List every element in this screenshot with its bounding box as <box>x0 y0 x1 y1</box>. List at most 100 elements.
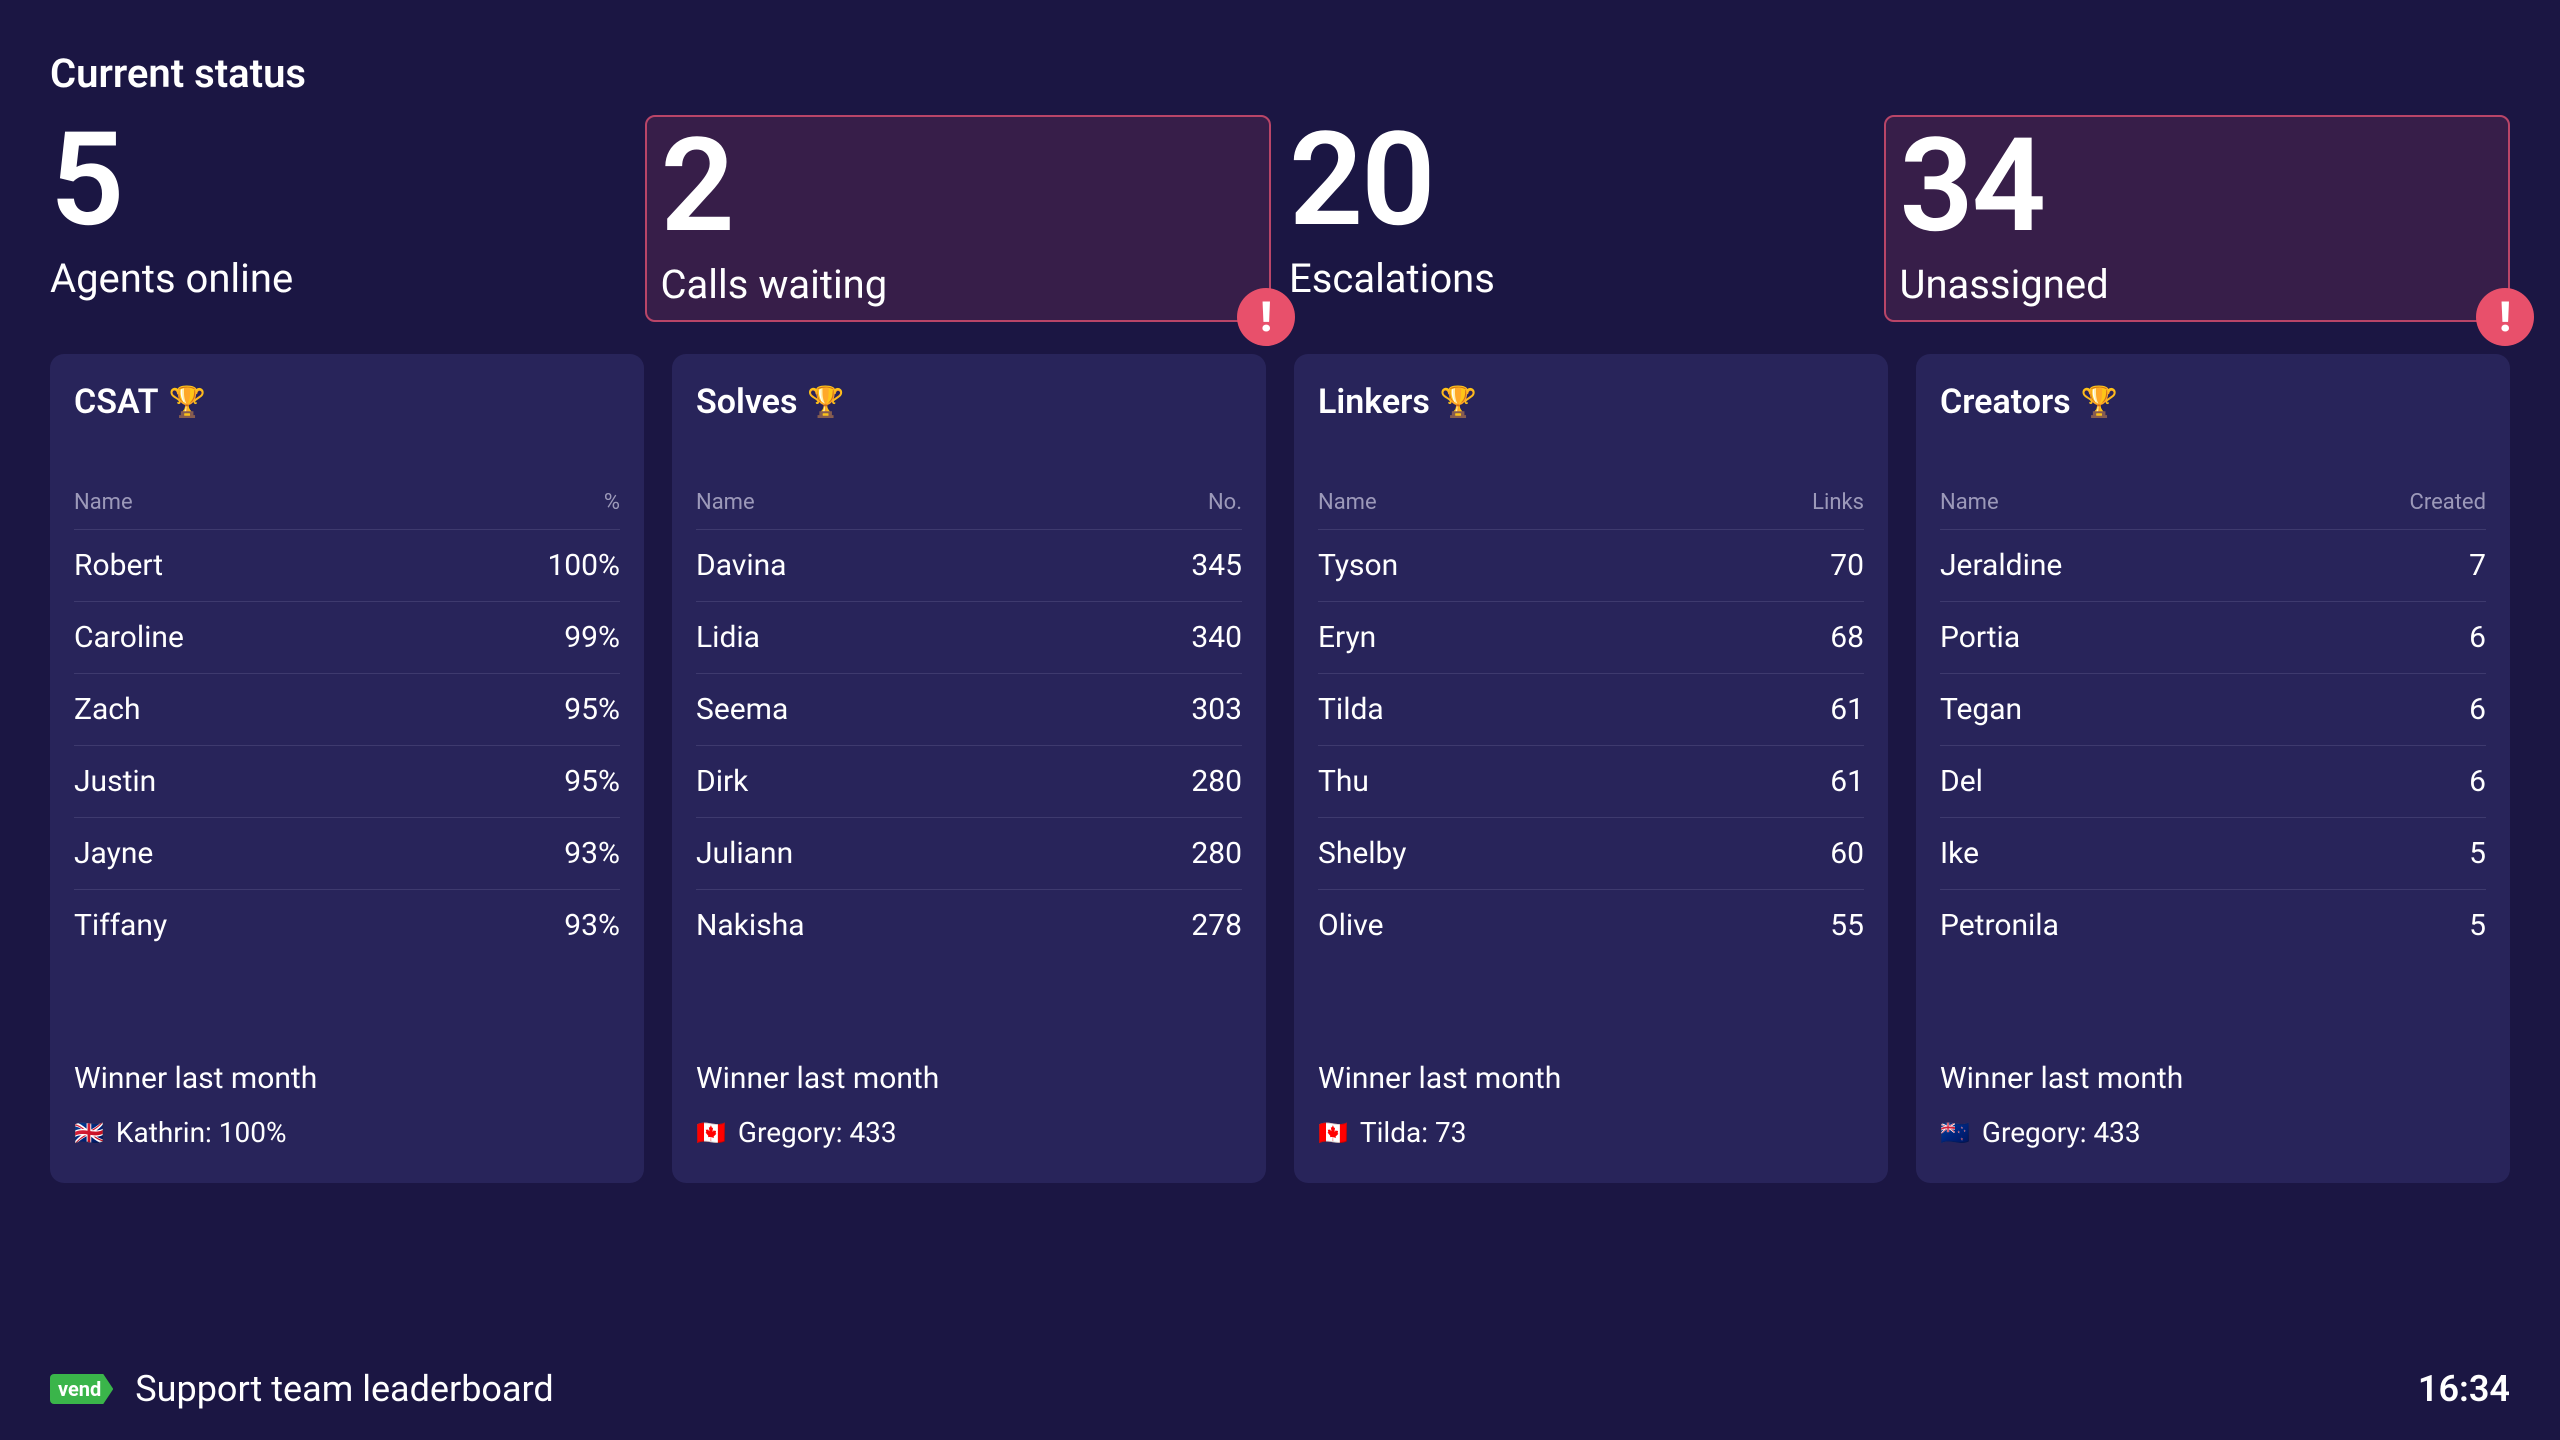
footer-time: 16:34 <box>2418 1368 2510 1410</box>
card-title: CSAT🏆 <box>74 382 620 422</box>
card-solves: Solves🏆NameNo.Davina345Lidia340Seema303D… <box>672 354 1266 1183</box>
table-row: Caroline99% <box>74 602 620 674</box>
table-header: NameLinks <box>1318 490 1864 530</box>
row-value: 5 <box>2469 836 2486 871</box>
row-value: 61 <box>1830 764 1864 799</box>
row-name: Tegan <box>1940 692 2022 727</box>
current-status-header: Current status <box>50 50 2510 97</box>
status-cell-calls-waiting: 2Calls waiting! <box>645 115 1272 322</box>
table-row: Del 6 <box>1940 746 2486 818</box>
winner-section: Winner last month🇳🇿Gregory: 433 <box>1940 961 2486 1149</box>
flag-icon: 🇬🇧 <box>74 1119 104 1147</box>
row-value: 6 <box>2469 764 2486 799</box>
card-title: Linkers🏆 <box>1318 382 1864 422</box>
winner-section: Winner last month🇨🇦Gregory: 433 <box>696 961 1242 1149</box>
footer: vend Support team leaderboard 16:34 <box>50 1368 2510 1410</box>
leaderboard-table: NameCreatedJeraldine7Portia6Tegan6Del6Ik… <box>1940 490 2486 961</box>
winner-section: Winner last month 🇨🇦 Tilda: 73 <box>1318 961 1864 1149</box>
card-title: Creators 🏆 <box>1940 382 2486 422</box>
row-value: 100% <box>547 548 620 583</box>
flag-icon: 🇳🇿 <box>1940 1119 1970 1147</box>
row-name: Davina <box>696 548 787 583</box>
footer-left: vend Support team leaderboard <box>50 1368 554 1410</box>
status-cell-escalations: 20 Escalations <box>1289 115 1884 322</box>
row-name: Juliann <box>696 836 793 871</box>
row-name: Lidia <box>696 620 760 655</box>
row-value: 61 <box>1830 692 1864 727</box>
status-label: Escalations <box>1289 255 1884 302</box>
winner-text: Gregory: 433 <box>1982 1116 2141 1149</box>
card-creators: Creators🏆NameCreatedJeraldine7Portia6Teg… <box>1916 354 2510 1183</box>
table-row: Robert100% <box>74 530 620 602</box>
row-name: Olive <box>1318 908 1383 943</box>
table-row: Shelby60 <box>1318 818 1864 890</box>
card-title-text: Linkers <box>1318 382 1430 422</box>
trophy-icon: 🏆 <box>807 385 844 420</box>
row-name: Portia <box>1940 620 2020 655</box>
row-name: Seema <box>696 692 788 727</box>
flag-icon: 🇨🇦 <box>1318 1119 1348 1147</box>
row-name: Justin <box>74 764 156 799</box>
row-value: 6 <box>2469 620 2486 655</box>
table-row: Thu 61 <box>1318 746 1864 818</box>
row-value: 68 <box>1830 620 1864 655</box>
col-value: No. <box>1208 490 1242 515</box>
row-name: Nakisha <box>696 908 805 943</box>
col-name: Name <box>696 490 755 515</box>
row-value: 5 <box>2469 908 2486 943</box>
row-value: 55 <box>1830 908 1864 943</box>
status-value: 2 <box>661 121 1256 251</box>
table-header: Name% <box>74 490 620 530</box>
row-value: 93% <box>564 908 620 943</box>
cards-row: CSAT🏆Name%Robert100%Caroline99%Zach95%Ju… <box>50 354 2510 1183</box>
table-row: Tegan 6 <box>1940 674 2486 746</box>
row-value: 278 <box>1191 908 1242 943</box>
table-row: Davina 345 <box>696 530 1242 602</box>
winner-label: Winner last month <box>1318 1061 1864 1096</box>
status-cell-agents-online: 5Agents online <box>50 115 645 322</box>
row-name: Del <box>1940 764 1983 799</box>
row-name: Jayne <box>74 836 153 871</box>
leaderboard-table: NameNo.Davina345Lidia340Seema303Dirk280J… <box>696 490 1242 961</box>
col-name: Name <box>74 490 133 515</box>
table-row: Lidia 340 <box>696 602 1242 674</box>
table-row: Eryn 68 <box>1318 602 1864 674</box>
winner-name: 🇨🇦 Gregory: 433 <box>696 1116 1242 1149</box>
card-csat: CSAT🏆Name%Robert100%Caroline99%Zach95%Ju… <box>50 354 644 1183</box>
row-name: Shelby <box>1318 836 1406 871</box>
table-row: Ike 5 <box>1940 818 2486 890</box>
row-value: 345 <box>1191 548 1242 583</box>
row-name: Eryn <box>1318 620 1376 655</box>
trophy-icon: 🏆 <box>2081 385 2118 420</box>
row-value: 340 <box>1191 620 1242 655</box>
card-title-text: Solves <box>696 382 797 422</box>
table-row: Jeraldine7 <box>1940 530 2486 602</box>
winner-name: 🇨🇦 Tilda: 73 <box>1318 1116 1864 1149</box>
card-title: Solves 🏆 <box>696 382 1242 422</box>
row-name: Tilda <box>1318 692 1384 727</box>
table-row: Justin95% <box>74 746 620 818</box>
row-name: Petronila <box>1940 908 2059 943</box>
row-name: Caroline <box>74 620 184 655</box>
winner-label: Winner last month <box>74 1061 620 1096</box>
status-value: 20 <box>1289 115 1884 245</box>
winner-text: Gregory: 433 <box>738 1116 897 1149</box>
row-value: 95% <box>564 692 620 727</box>
winner-name: 🇬🇧Kathrin: 100% <box>74 1116 620 1149</box>
flag-icon: 🇨🇦 <box>696 1119 726 1147</box>
row-value: 93% <box>564 836 620 871</box>
status-label: Unassigned <box>1900 261 2495 308</box>
row-name: Thu <box>1318 764 1369 799</box>
table-header: Name No. <box>696 490 1242 530</box>
winner-section: Winner last month 🇬🇧Kathrin: 100% <box>74 961 620 1149</box>
row-name: Tyson <box>1318 548 1398 583</box>
row-name: Ike <box>1940 836 1979 871</box>
row-name: Tiffany <box>74 908 167 943</box>
card-title-text: Creators <box>1940 382 2071 422</box>
table-row: Petronila 5 <box>1940 890 2486 961</box>
leaderboard-table: NameLinksTyson70Eryn68Tilda61Thu61Shelby… <box>1318 490 1864 961</box>
row-name: Dirk <box>696 764 748 799</box>
winner-text: Tilda: 73 <box>1360 1116 1467 1149</box>
row-value: 6 <box>2469 692 2486 727</box>
table-row: Juliann280 <box>696 818 1242 890</box>
